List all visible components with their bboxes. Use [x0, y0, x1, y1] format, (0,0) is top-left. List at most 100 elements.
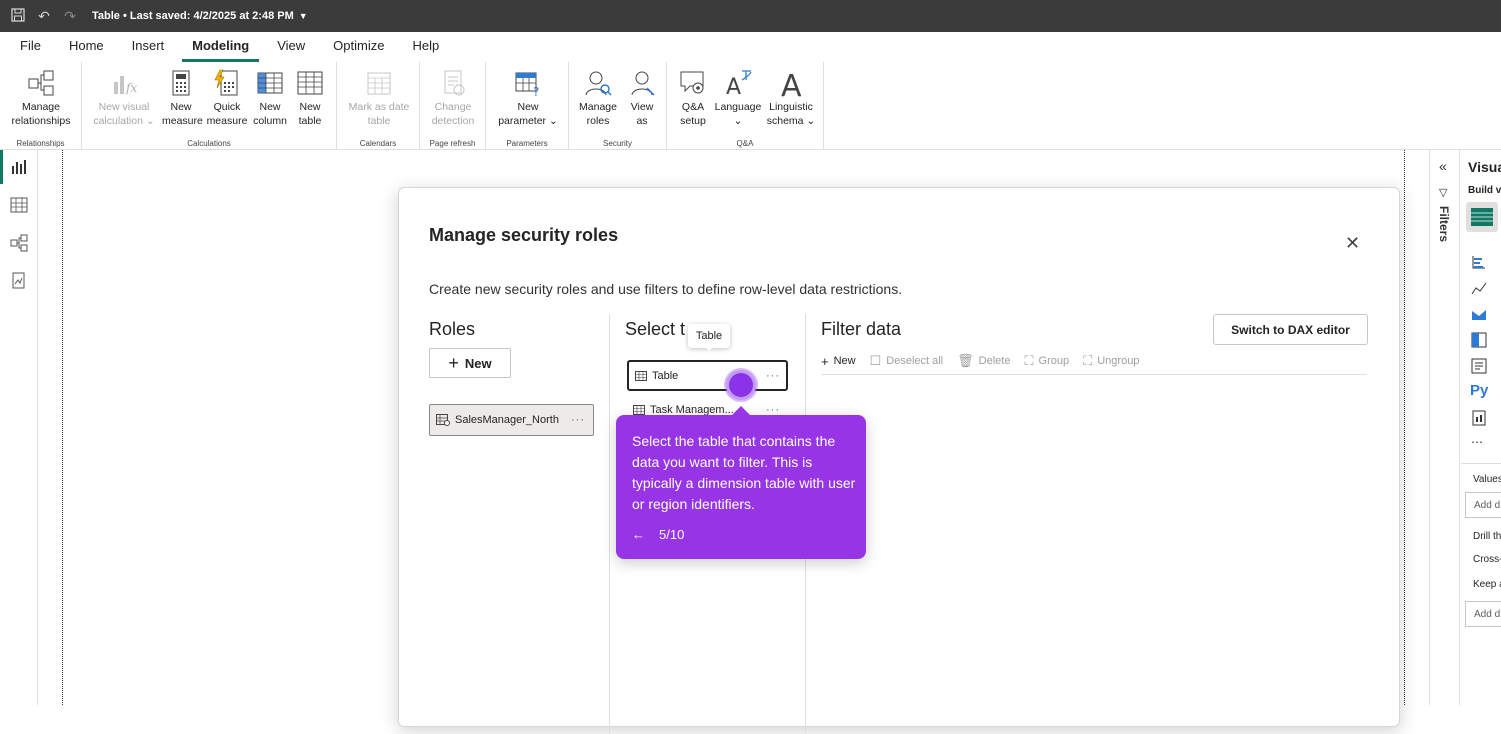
- table-tooltip: Table: [688, 324, 730, 351]
- paginated-report-icon[interactable]: [1471, 410, 1487, 426]
- menu-home[interactable]: Home: [59, 32, 114, 62]
- more-options-icon[interactable]: ···: [571, 414, 585, 426]
- model-view-icon[interactable]: [10, 234, 28, 252]
- view-as-button[interactable]: View as: [623, 68, 661, 128]
- visual-calculation-icon: fx: [114, 76, 137, 95]
- python-visual-icon[interactable]: Py: [1470, 382, 1488, 399]
- new-filter-label: New: [833, 355, 856, 367]
- table-visual-icon: [1471, 208, 1493, 226]
- change-detection-button[interactable]: Change detection: [424, 68, 482, 128]
- dax-query-view-icon[interactable]: [10, 272, 28, 290]
- manage-relationships-button[interactable]: Manage relationships: [6, 68, 76, 128]
- ribbon-group-calendars: Mark as date table Calendars: [337, 62, 420, 150]
- file-title[interactable]: Table • Last saved: 4/2/2025 at 2:48 PM: [92, 10, 294, 22]
- delete-button[interactable]: 🗑 Delete: [957, 353, 1010, 369]
- card-icon[interactable]: [1471, 358, 1487, 374]
- new-role-label: New: [464, 355, 492, 371]
- parameter-icon: ?: [515, 72, 539, 98]
- new-parameter-button[interactable]: ? New parameter ⌄: [492, 68, 564, 128]
- more-options-icon[interactable]: ···: [766, 370, 780, 382]
- new-role-button[interactable]: + New: [429, 348, 511, 378]
- menu-insert[interactable]: Insert: [122, 32, 175, 62]
- plus-icon: +: [448, 353, 459, 373]
- chevron-down-icon[interactable]: ▼: [299, 11, 308, 21]
- qa-setup-label-2: setup: [680, 115, 706, 127]
- ribbon-chart-icon[interactable]: [1471, 306, 1487, 322]
- close-icon[interactable]: ✕: [1345, 234, 1360, 252]
- report-view-icon[interactable]: [10, 158, 28, 176]
- language-button[interactable]: A Language ⌄: [713, 68, 763, 128]
- new-column-label-2: column: [253, 115, 287, 127]
- role-icon: [436, 414, 450, 426]
- dialog-title: Manage security roles: [429, 225, 619, 245]
- ribbon-group-label: Page refresh: [429, 139, 476, 148]
- group-button[interactable]: ⛶ Group: [1024, 353, 1069, 369]
- tour-hotspot[interactable]: [726, 370, 756, 400]
- values-drop-field[interactable]: Add d: [1465, 492, 1501, 518]
- filter-icon: ▽: [1439, 187, 1448, 199]
- manage-roles-button[interactable]: Manage roles: [575, 68, 621, 128]
- role-item[interactable]: SalesManager_North ···: [429, 404, 594, 436]
- menu-help[interactable]: Help: [402, 32, 449, 62]
- new-visual-calculation-button[interactable]: fx New visual calculation ⌄: [88, 68, 160, 128]
- filters-pane-collapsed[interactable]: « ▽ Filters: [1430, 150, 1460, 705]
- ungroup-icon: ⛶: [1083, 353, 1093, 368]
- deselect-all-button[interactable]: ☐ Deselect all: [870, 353, 944, 369]
- ungroup-button[interactable]: ⛶ Ungroup: [1083, 353, 1139, 369]
- deselect-all-label: Deselect all: [886, 355, 944, 367]
- tour-tooltip: Select the table that contains the data …: [616, 406, 866, 559]
- stacked-bar-icon[interactable]: [1471, 254, 1487, 270]
- trash-icon: 🗑: [957, 353, 974, 368]
- more-visuals-icon[interactable]: ⋯: [1471, 435, 1483, 449]
- build-visual-label: Build v: [1468, 185, 1501, 196]
- drill-through-drop-field[interactable]: Add d: [1465, 601, 1501, 627]
- right-pane: « ▽ Filters Visua Build v Py ⋯ Values Ad…: [1429, 150, 1501, 705]
- switch-to-dax-editor-button[interactable]: Switch to DAX editor: [1213, 314, 1368, 345]
- quick-measure-button[interactable]: Quick measure: [204, 68, 250, 128]
- values-well-label: Values: [1473, 474, 1501, 485]
- build-visual-tab[interactable]: [1466, 202, 1498, 232]
- collapse-icon[interactable]: «: [1439, 158, 1447, 174]
- menu-file[interactable]: File: [10, 32, 51, 62]
- menu-modeling[interactable]: Modeling: [182, 32, 260, 62]
- filters-pane-label[interactable]: Filters: [1437, 206, 1451, 242]
- tour-text: Select the table that contains the data …: [632, 433, 856, 512]
- filter-data-heading: Filter data: [821, 319, 902, 339]
- save-icon[interactable]: [10, 8, 26, 24]
- treemap-icon[interactable]: [1471, 332, 1487, 348]
- ribbon-group-security: Manage roles View as Security: [569, 62, 667, 150]
- select-table-heading: Select t: [625, 319, 686, 339]
- calculator-icon: [172, 70, 190, 96]
- menu-bar: File Home Insert Modeling View Optimize …: [0, 32, 1501, 62]
- new-measure-button[interactable]: New measure: [162, 68, 203, 128]
- mark-as-date-label-1: Mark as date: [348, 101, 410, 113]
- relationships-icon: [28, 70, 54, 96]
- filter-toolbar: + New ☐ Deselect all 🗑 Delete ⛶ Group ⛶ Ungro…: [821, 348, 1367, 375]
- plus-icon: +: [821, 353, 829, 369]
- new-column-button[interactable]: New column: [250, 68, 290, 128]
- linguistic-schema-label-1: Linguistic: [769, 101, 813, 113]
- drill-through-label: Drill th: [1473, 531, 1501, 542]
- menu-view[interactable]: View: [267, 32, 315, 62]
- qa-setup-button[interactable]: Q&A setup: [673, 68, 713, 128]
- view-as-label-2: as: [636, 115, 648, 127]
- new-filter-button[interactable]: + New: [821, 354, 856, 369]
- undo-icon[interactable]: ↶: [36, 8, 52, 24]
- table-list-item[interactable]: Table ···: [627, 360, 788, 391]
- mark-as-date-table-button[interactable]: Mark as date table: [341, 68, 417, 128]
- line-chart-icon[interactable]: [1471, 280, 1487, 296]
- manage-security-roles-dialog: Manage security roles ✕ Create new secur…: [398, 187, 1400, 734]
- linguistic-schema-button[interactable]: A Linguistic schema ⌄: [763, 68, 819, 128]
- back-arrow-icon[interactable]: ←: [632, 527, 645, 542]
- quick-measure-label-1: Quick: [213, 101, 241, 113]
- svg-text:?: ?: [533, 85, 539, 98]
- ribbon-group-qa: Q&A setup A Language ⌄ A Linguistic sche…: [667, 62, 824, 150]
- ribbon: Manage relationships Relationships fx Ne…: [0, 62, 1501, 150]
- manage-roles-icon: [585, 71, 612, 96]
- redo-icon[interactable]: ↷: [62, 8, 78, 24]
- menu-optimize[interactable]: Optimize: [323, 32, 394, 62]
- table-view-icon[interactable]: [10, 196, 28, 214]
- new-table-button[interactable]: New table: [292, 68, 328, 128]
- new-visual-calculation-label-2: calculation ⌄: [93, 115, 155, 127]
- new-column-label-1: New: [259, 101, 281, 113]
